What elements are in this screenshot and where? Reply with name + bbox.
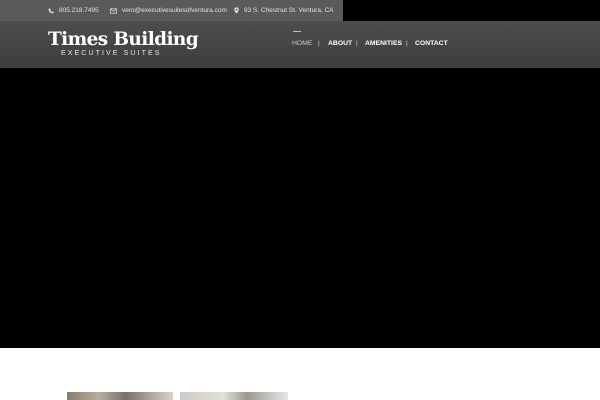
nav-contact[interactable]: CONTACT [415, 40, 448, 47]
phone-icon [48, 8, 54, 13]
nav-separator: | [356, 40, 358, 47]
nav-separator: | [406, 40, 408, 47]
main-nav: HOME | ABOUT | AMENITIES | CONTACT [0, 21, 600, 68]
nav-separator: | [318, 40, 320, 47]
nav-about[interactable]: ABOUT [328, 40, 352, 47]
hero-banner [0, 68, 600, 348]
gallery-image[interactable] [67, 392, 173, 400]
nav-home[interactable]: HOME [292, 40, 312, 47]
address-contact[interactable]: 93 S. Chestnut St. Ventura, CA [234, 0, 334, 21]
nav-amenities[interactable]: AMENITIES [365, 40, 402, 47]
phone-contact[interactable]: 805.218.7495 [48, 0, 99, 21]
address-text: 93 S. Chestnut St. Ventura, CA [244, 7, 334, 14]
mail-icon [110, 7, 117, 14]
active-nav-indicator [293, 31, 301, 32]
contact-bar-filler [343, 0, 600, 21]
map-pin-icon [234, 7, 239, 14]
email-text: vero@executivesuitesofventura.com [122, 7, 227, 14]
gallery-image[interactable] [180, 392, 288, 400]
email-contact[interactable]: vero@executivesuitesofventura.com [110, 0, 227, 21]
phone-text: 805.218.7495 [59, 7, 99, 14]
